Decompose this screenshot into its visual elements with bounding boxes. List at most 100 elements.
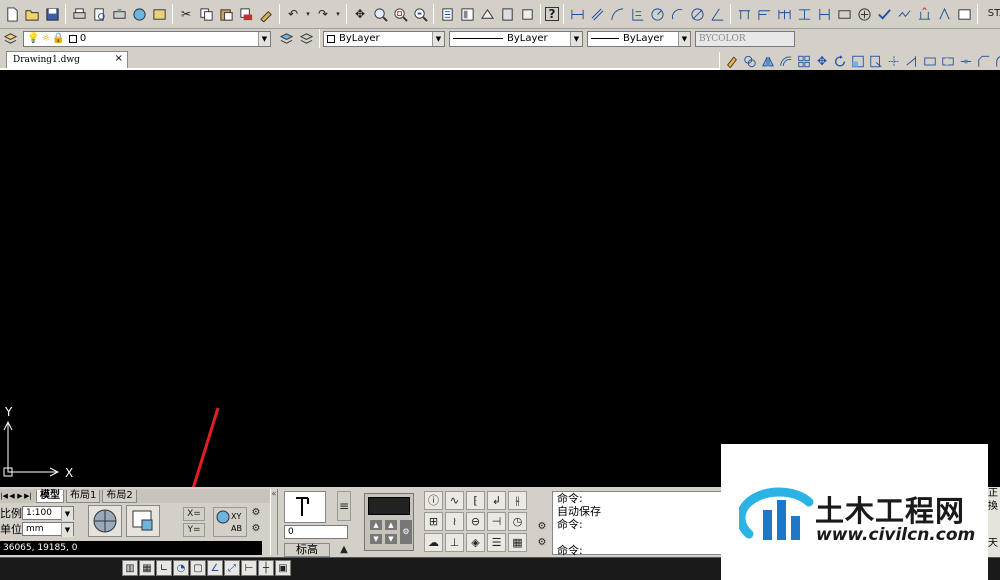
wave-icon[interactable]: ≀: [445, 512, 464, 531]
elevation-button[interactable]: [284, 491, 326, 523]
grid-toggle-icon[interactable]: ▦: [139, 560, 155, 576]
split-icon[interactable]: ⊣: [487, 512, 506, 531]
nav-settings-icon[interactable]: ⚙: [400, 520, 412, 544]
otrack-toggle-icon[interactable]: ∠: [207, 560, 223, 576]
coordinate-label-icon[interactable]: XY AB: [213, 507, 247, 537]
etransmit-icon[interactable]: [150, 5, 168, 23]
sheet-set-icon[interactable]: [498, 5, 516, 23]
inspection-icon[interactable]: [875, 5, 893, 23]
last-tab-icon[interactable]: ▶|: [24, 492, 32, 500]
save-icon[interactable]: [43, 5, 61, 23]
ortho-toggle-icon[interactable]: ∟: [156, 560, 172, 576]
dim-break-icon[interactable]: [815, 5, 833, 23]
ducs-toggle-icon[interactable]: ⤢: [224, 560, 240, 576]
make-layer-current-icon[interactable]: [277, 30, 295, 48]
diamond-icon[interactable]: ◈: [466, 533, 485, 552]
chevron-down-icon[interactable]: ▼: [258, 31, 270, 46]
lineweight-toggle-icon[interactable]: ┼: [258, 560, 274, 576]
help-icon[interactable]: ?: [545, 7, 559, 21]
quick-props-toggle-icon[interactable]: ▣: [275, 560, 291, 576]
right-strip-item-3[interactable]: 天: [988, 537, 1000, 550]
tolerance-icon[interactable]: [835, 5, 853, 23]
first-tab-icon[interactable]: |◀: [0, 492, 8, 500]
lineweight-dropdown[interactable]: ByLayer ▼: [587, 30, 691, 47]
clock-icon[interactable]: ◷: [508, 512, 527, 531]
dim-continue-icon[interactable]: [775, 5, 793, 23]
dim-linear-icon[interactable]: [568, 5, 586, 23]
right-strip-item-1[interactable]: 正: [988, 487, 1000, 500]
bracket-icon[interactable]: ⁅: [466, 491, 485, 510]
warning-icon[interactable]: ▲: [337, 543, 351, 557]
move-icon[interactable]: ✥: [814, 53, 830, 69]
break-at-point-icon[interactable]: [922, 53, 938, 69]
nav-down-left-icon[interactable]: ▼: [370, 534, 382, 544]
model-space-toggle-icon[interactable]: ▥: [122, 560, 138, 576]
properties-icon[interactable]: [438, 5, 456, 23]
nav-down-right-icon[interactable]: ▼: [385, 534, 397, 544]
command-window[interactable]: 命令: 自动保存 命令: 命令:: [552, 491, 722, 557]
redo-dropdown-icon[interactable]: ▾: [334, 5, 342, 23]
dim-update-icon[interactable]: [955, 5, 973, 23]
quick-dim-icon[interactable]: [735, 5, 753, 23]
design-center-icon[interactable]: [458, 5, 476, 23]
panel-grip[interactable]: «: [270, 489, 278, 555]
chevron-down-icon[interactable]: ▼: [432, 31, 444, 46]
erase-icon[interactable]: [724, 53, 740, 69]
grid-axis-icon[interactable]: ⫳: [508, 491, 527, 510]
right-strip-item-2[interactable]: 換: [988, 500, 1000, 513]
command-prompt[interactable]: 命令:: [557, 544, 721, 557]
lines-icon[interactable]: ☰: [487, 533, 506, 552]
unit-dropdown[interactable]: mm ▼: [22, 522, 74, 537]
section-icon[interactable]: ⊞: [424, 512, 443, 531]
arc-tag-icon[interactable]: ⊖: [466, 512, 485, 531]
scale-dropdown[interactable]: 1:100 ▼: [22, 506, 74, 521]
stretch-icon[interactable]: [868, 53, 884, 69]
trim-icon[interactable]: [886, 53, 902, 69]
tool-palettes-icon[interactable]: [478, 5, 496, 23]
next-tab-icon[interactable]: ▶: [16, 492, 24, 500]
xeq-icon[interactable]: X=: [183, 507, 205, 521]
jogged-linear-icon[interactable]: [895, 5, 913, 23]
match-properties-icon[interactable]: [257, 5, 275, 23]
layer-previous-icon[interactable]: [297, 30, 315, 48]
chevron-down-icon[interactable]: ▼: [61, 507, 73, 521]
table-icon[interactable]: ▦: [508, 533, 527, 552]
zoom-previous-icon[interactable]: [411, 5, 429, 23]
break-line-icon[interactable]: ∿: [445, 491, 464, 510]
print-preview-icon[interactable]: [90, 5, 108, 23]
tab-model[interactable]: 模型: [36, 489, 64, 503]
copy-object-icon[interactable]: [742, 53, 758, 69]
array-icon[interactable]: [796, 53, 812, 69]
layer-dropdown[interactable]: 💡 ☼ 🔒 0 ▼: [23, 30, 271, 47]
publish-web-icon[interactable]: [130, 5, 148, 23]
paste-icon[interactable]: [217, 5, 235, 23]
chevron-down-icon[interactable]: ▼: [61, 523, 73, 537]
globe-button[interactable]: [88, 505, 122, 537]
nav-up-right-icon[interactable]: ▲: [385, 520, 397, 530]
zoom-window-icon[interactable]: [391, 5, 409, 23]
axis-icon[interactable]: ⊥: [445, 533, 464, 552]
zoom-realtime-icon[interactable]: [371, 5, 389, 23]
dim-edit-icon[interactable]: [915, 5, 933, 23]
dim-baseline-icon[interactable]: [755, 5, 773, 23]
markup-icon[interactable]: [518, 5, 536, 23]
center-mark-icon[interactable]: [855, 5, 873, 23]
osnap-toggle-icon[interactable]: ▢: [190, 560, 206, 576]
cloud-icon[interactable]: ☁: [424, 533, 443, 552]
tab-layout1[interactable]: 布局1: [66, 489, 101, 503]
open-icon[interactable]: [23, 5, 41, 23]
tab-layout2[interactable]: 布局2: [102, 489, 137, 503]
color-dropdown[interactable]: ByLayer ▼: [323, 30, 445, 47]
nav-up-left-icon[interactable]: ▲: [370, 520, 382, 530]
dim-aligned-icon[interactable]: [588, 5, 606, 23]
join-icon[interactable]: [958, 53, 974, 69]
elevation-input[interactable]: 0: [284, 525, 348, 539]
rotate-icon[interactable]: [832, 53, 848, 69]
info-icon[interactable]: ⓘ: [424, 491, 443, 510]
ruler-icon[interactable]: ≡: [337, 491, 351, 521]
dim-jogged-icon[interactable]: [668, 5, 686, 23]
settings-gear-icon-2[interactable]: ⚙: [250, 523, 262, 535]
settings-gear-icon[interactable]: ⚙: [250, 507, 262, 519]
layer-manager-icon[interactable]: [1, 30, 19, 48]
lead-icon[interactable]: ↲: [487, 491, 506, 510]
